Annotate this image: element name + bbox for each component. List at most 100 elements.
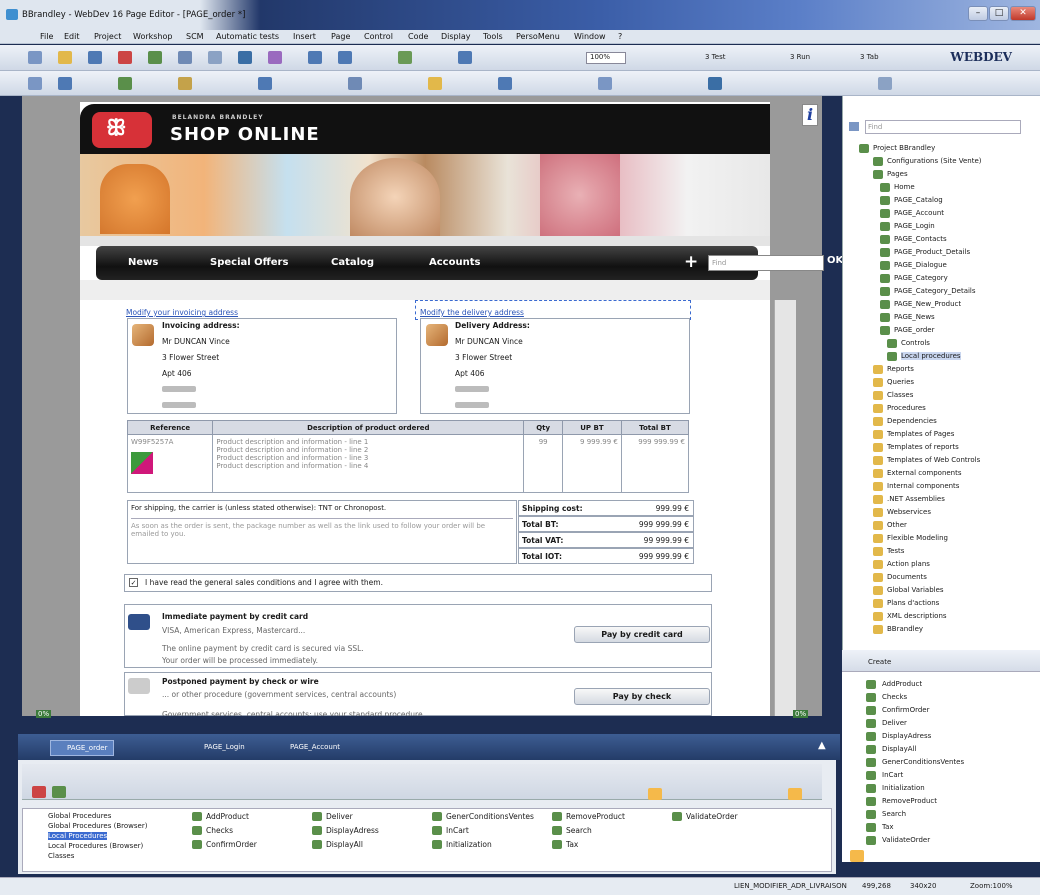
tree-item[interactable]: PAGE_Catalog <box>894 196 943 204</box>
tree-item[interactable]: Home <box>894 183 915 191</box>
procedure-category[interactable]: Classes <box>48 852 74 860</box>
test-button[interactable]: 3 Test <box>705 53 725 61</box>
open-icon[interactable] <box>58 51 72 64</box>
run-icon[interactable] <box>268 51 282 64</box>
tree-item[interactable]: Other <box>887 521 907 529</box>
tree-item[interactable]: Templates of Web Controls <box>887 456 980 464</box>
procedure-item[interactable]: Initialization <box>882 784 925 792</box>
menu-persomenu[interactable]: PersoMenu <box>516 32 560 41</box>
shop-ok-button[interactable]: OK <box>827 255 843 266</box>
menu-tools[interactable]: Tools <box>483 32 503 41</box>
delete-icon[interactable] <box>32 786 46 798</box>
grid-icon[interactable] <box>58 77 72 90</box>
tree-item[interactable]: PAGE_New_Product <box>894 300 961 308</box>
procedure-item[interactable]: DisplayAdress <box>882 732 931 740</box>
procedure-grid-item[interactable]: InCart <box>446 826 469 835</box>
procedure-item[interactable]: ValidateOrder <box>882 836 930 844</box>
procedure-item[interactable]: Checks <box>882 693 907 701</box>
tree-item[interactable]: Documents <box>887 573 927 581</box>
table-row[interactable]: W99F5257A Product description and inform… <box>126 434 690 493</box>
edit-icon[interactable] <box>428 77 442 90</box>
tree-item[interactable]: Flexible Modeling <box>887 534 948 542</box>
tree-item[interactable]: External components <box>887 469 962 477</box>
tree-item[interactable]: Dependencies <box>887 417 937 425</box>
explorer-search[interactable]: Find <box>865 120 1021 134</box>
print-icon[interactable] <box>208 51 222 64</box>
menu-file[interactable]: File <box>40 32 53 41</box>
tree-item[interactable]: PAGE_Product_Details <box>894 248 970 256</box>
tree-item[interactable]: PAGE_Login <box>894 222 935 230</box>
procedure-item[interactable]: RemoveProduct <box>882 797 937 805</box>
procedure-grid-item[interactable]: Deliver <box>326 812 353 821</box>
tree-item[interactable]: Classes <box>887 391 913 399</box>
folder-icon[interactable] <box>850 850 864 862</box>
find-icon[interactable] <box>398 51 412 64</box>
save-icon[interactable] <box>88 51 102 64</box>
tab-page-order[interactable]: PAGE_order <box>50 740 115 756</box>
tree-item[interactable]: Project BBrandley <box>873 144 935 152</box>
menu-window[interactable]: Window <box>574 32 606 41</box>
procedure-grid-item[interactable]: Checks <box>206 826 233 835</box>
tree-item[interactable]: Plans d'actions <box>887 599 939 607</box>
tree-item[interactable]: Templates of reports <box>887 443 959 451</box>
tree-item[interactable]: Controls <box>901 339 930 347</box>
tree-item[interactable]: Configurations (Site Vente) <box>887 157 982 165</box>
tree-item[interactable]: XML descriptions <box>887 612 947 620</box>
style-icon[interactable] <box>118 77 132 90</box>
create-label[interactable]: Create <box>868 658 891 666</box>
tree-item[interactable]: Templates of Pages <box>887 430 954 438</box>
collapse-icon[interactable]: ▲ <box>818 740 826 751</box>
paste-icon[interactable] <box>178 51 192 64</box>
tree-item[interactable]: PAGE_Dialogue <box>894 261 947 269</box>
tree-item[interactable]: Tests <box>887 547 904 555</box>
tab-page-login[interactable]: PAGE_Login <box>188 740 251 756</box>
tree-item[interactable]: PAGE_Category <box>894 274 948 282</box>
menu-code[interactable]: Code <box>408 32 428 41</box>
tree-item[interactable]: PAGE_Contacts <box>894 235 947 243</box>
procedure-grid-item[interactable]: AddProduct <box>206 812 249 821</box>
tree-item[interactable]: PAGE_order <box>894 326 934 334</box>
tree-item[interactable]: PAGE_Category_Details <box>894 287 976 295</box>
tree-item[interactable]: Queries <box>887 378 914 386</box>
nav-catalog[interactable]: Catalog <box>331 257 374 268</box>
procedure-grid-item[interactable]: ConfirmOrder <box>206 840 257 849</box>
tree-item[interactable]: Pages <box>887 170 908 178</box>
tree-item[interactable]: Global Variables <box>887 586 944 594</box>
nav-news[interactable]: News <box>128 257 158 268</box>
menu-display[interactable]: Display <box>441 32 471 41</box>
new-icon[interactable] <box>28 51 42 64</box>
undo-icon[interactable] <box>308 51 322 64</box>
procedure-item[interactable]: Tax <box>882 823 894 831</box>
procedure-grid-item[interactable]: DisplayAdress <box>326 826 379 835</box>
procedure-item[interactable]: GenerConditionsVentes <box>882 758 964 766</box>
procedure-category[interactable]: Local Procedures <box>48 832 108 840</box>
view-icon[interactable] <box>648 788 662 800</box>
go-icon[interactable] <box>458 51 472 64</box>
tree-item[interactable]: .NET Assemblies <box>887 495 945 503</box>
image-icon[interactable] <box>178 77 192 90</box>
tree-item[interactable]: BBrandley <box>887 625 923 633</box>
agree-checkbox[interactable]: ✓ <box>129 578 138 587</box>
view-icon[interactable] <box>788 788 802 800</box>
menu-insert[interactable]: Insert <box>293 32 316 41</box>
tree-item[interactable]: PAGE_News <box>894 313 935 321</box>
plus-icon[interactable]: + <box>684 252 698 272</box>
procedure-grid-item[interactable]: Search <box>566 826 592 835</box>
procedure-grid-item[interactable]: Initialization <box>446 840 492 849</box>
text-icon[interactable] <box>258 77 272 90</box>
layout-icon[interactable] <box>498 77 512 90</box>
menu-automatic-tests[interactable]: Automatic tests <box>216 32 279 41</box>
preview-icon[interactable] <box>598 77 612 90</box>
menu-workshop[interactable]: Workshop <box>133 32 172 41</box>
menu-scm[interactable]: SCM <box>186 32 204 41</box>
tree-item[interactable]: Internal components <box>887 482 959 490</box>
minimize-button[interactable]: – <box>968 6 988 21</box>
procedure-grid-item[interactable]: GenerConditionsVentes <box>446 812 534 821</box>
menu-help[interactable]: ? <box>618 32 622 41</box>
tab-button[interactable]: 3 Tab <box>860 53 879 61</box>
new-procedure-icon[interactable] <box>52 786 66 798</box>
menu-control[interactable]: Control <box>364 32 393 41</box>
table-icon[interactable] <box>348 77 362 90</box>
pay-check-button[interactable]: Pay by check <box>574 688 710 705</box>
procedure-item[interactable]: ConfirmOrder <box>882 706 929 714</box>
